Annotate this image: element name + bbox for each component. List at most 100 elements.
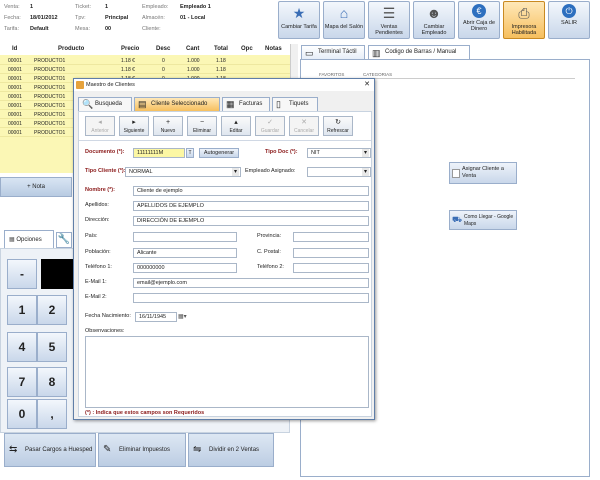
empleado-label: Empleado: [142,4,169,10]
email1-field[interactable]: email@ejemplo.com [133,278,369,288]
asignar-cliente-button[interactable]: Asignar Cliente a Venta [449,162,517,184]
cambiar-tarifa-label: Cambiar Tarifa [281,24,317,30]
documento-label: Documento (*): [85,149,125,155]
table-cell: 00001 [8,94,22,100]
list-icon: ☰ [382,5,396,21]
table-cell: PRODUCTO1 [34,94,66,100]
table-cell: 00001 [8,76,22,82]
search-icon: 🔍 [82,99,94,109]
tab-opciones[interactable]: ▦ Opciones [4,230,54,248]
star-icon: ★ [292,5,306,21]
refrescar-button[interactable]: ↻ Refrescar [323,116,353,136]
wrench-icon[interactable]: 🔧 [56,232,72,248]
autogenerar-button[interactable]: Autogenerar [199,148,239,158]
cambiar-tarifa-button[interactable]: ★ Cambiar Tarifa [278,1,320,39]
c-postal-field[interactable] [293,248,369,258]
nuevo-button[interactable]: + Nuevo [153,116,183,136]
card-icon: ▤ [138,99,147,109]
tab-cliente-seleccionado[interactable]: ▤ Cliente Seleccionado [134,97,220,111]
direccion-field[interactable]: DIRECCIÓN DE EJEMPLO [133,216,369,226]
salir-button[interactable]: ⏻ SALIR [548,1,590,39]
anterior-button[interactable]: ◂ Anterior [85,116,115,136]
como-llegar-button[interactable]: ⛟ Como Llegar - Google Maps [449,210,517,230]
telefono1-field[interactable]: 000000000 [133,263,237,273]
mesa-label: Mesa: [75,26,90,32]
eliminar-impuestos-button[interactable]: ✎ Eliminar Impuestos [98,433,186,467]
key-2[interactable]: 2 [37,295,67,325]
key-comma[interactable]: , [37,399,67,429]
key-7[interactable]: 7 [7,367,37,397]
nombre-field[interactable]: Cliente de ejemplo [133,186,369,196]
cliente-form: ◂ Anterior ▸ Siguiente + Nuevo − Eliminar ▴ E… [78,111,372,417]
guardar-button[interactable]: ✓ Guardar [255,116,285,136]
poblacion-label: Población: [85,249,111,255]
table-cell: 1.18 [216,67,226,73]
key-0[interactable]: 0 [7,399,37,429]
empleado-asignado-select[interactable] [307,167,371,177]
dividir-ventas-button[interactable]: ⇋ Dividir en 2 Ventas [188,433,274,467]
minus-icon: − [199,119,205,126]
tab-tiquets[interactable]: ▯ Tiquets [272,97,318,111]
document-icon [452,169,460,178]
transfer-icon: ⇆ [9,444,18,455]
tab-facturas[interactable]: ▦ Facturas [222,97,270,111]
siguiente-button[interactable]: ▸ Siguiente [119,116,149,136]
impresora-button[interactable]: ⎙ Impresora Habilitada [503,1,545,39]
record-toolbar: ◂ Anterior ▸ Siguiente + Nuevo − Eliminar ▴ E… [79,114,371,138]
fecha-nacimiento-field[interactable]: 16/11/1945 [135,312,177,322]
col-precio: Precio [121,46,140,52]
observaciones-textarea[interactable] [85,336,369,408]
table-cell: 0 [162,67,165,73]
tab-codigo-barras[interactable]: ▥ Codigo de Barras / Manual [368,45,470,59]
documento-field[interactable]: 11111111M [133,148,185,158]
table-cell: PRODUCTO1 [34,112,66,118]
editar-button[interactable]: ▴ Editar [221,116,251,136]
calendar-icon[interactable]: ▦▾ [178,312,190,322]
impresora-label: Impresora Habilitada [511,24,537,36]
abrir-caja-button[interactable]: € Abrir Caja de Dinero [458,1,500,39]
mesa-value: 00 [105,26,112,32]
tarifa-value: Default [30,26,49,32]
eliminar-button[interactable]: − Eliminar [187,116,217,136]
tab-terminal-tactil[interactable]: ▭ Terminal Táctil [301,45,365,59]
mapa-salon-button[interactable]: ⌂ Mapa del Salón [323,1,365,39]
nota-button[interactable]: + Nota [0,177,72,197]
table-cell: 1.18 [216,58,226,64]
toolbar-divider [79,140,371,141]
pais-field[interactable] [133,232,237,242]
ventas-pendientes-button[interactable]: ☰ Ventas Pendientes [368,1,410,39]
provincia-field[interactable] [293,232,369,242]
text-icon[interactable]: T [186,148,194,158]
table-row[interactable]: 00001 PRODUCTO1 1.18 € 0 1.000 1.18 [0,57,290,65]
key-minus[interactable]: - [7,259,37,289]
ticket-value: 1 [105,4,109,10]
salir-label: SALIR [561,20,577,26]
cambiar-empleado-button[interactable]: ☻ Cambiar Empleado [413,1,455,39]
table-cell: 1.18 € [121,58,135,64]
key-1[interactable]: 1 [7,295,37,325]
table-row[interactable]: 00001 PRODUCTO1 1.18 € 0 1.000 1.18 [0,66,290,74]
tab-busqueda[interactable]: 🔍 Busqueda [78,97,132,111]
cancelar-button[interactable]: ✕ Cancelar [289,116,319,136]
cambiar-empleado-label: Cambiar Empleado [421,24,447,36]
apellidos-field[interactable]: APELLIDOS DE EJEMPLO [133,201,369,211]
observaciones-label: Obsenvaciones: [85,328,125,334]
close-icon[interactable]: ✕ [362,80,372,89]
tab-busqueda-label: Busqueda [95,101,123,107]
table-cell: PRODUCTO1 [34,67,66,73]
col-total: Total [214,46,228,52]
c-postal-label: C. Postal: [257,249,281,255]
tipo-cliente-label: Tipo Cliente (*): [85,168,126,174]
arrow-up-icon: ▴ [234,119,238,126]
tipo-doc-select[interactable]: NIT [307,148,371,158]
email2-field[interactable] [133,293,369,303]
pasar-cargos-button[interactable]: ⇆ Pasar Cargos a Huesped [4,433,96,467]
telefono2-field[interactable] [293,263,369,273]
key-5[interactable]: 5 [37,332,67,362]
tipo-cliente-select[interactable]: NORMAL [125,167,241,177]
refrescar-label: Refrescar [327,128,349,134]
poblacion-field[interactable]: Alicante [133,248,237,258]
key-4[interactable]: 4 [7,332,37,362]
refresh-icon: ↻ [335,119,341,126]
key-8[interactable]: 8 [37,367,67,397]
